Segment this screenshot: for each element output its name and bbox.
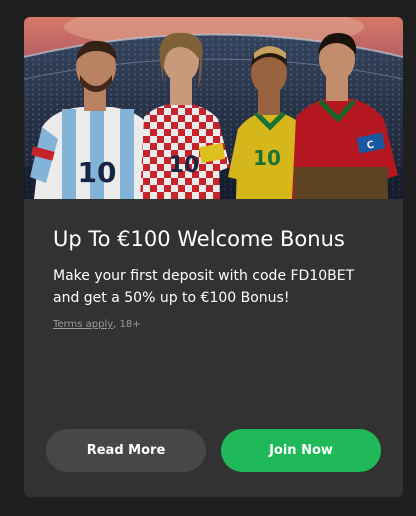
- promo-description: Make your first deposit with code FD10BE…: [53, 268, 355, 306]
- read-more-button[interactable]: Read More: [46, 429, 206, 472]
- promo-title: Up To €100 Welcome Bonus: [53, 227, 345, 251]
- hero-image: 10 10 10 C: [24, 17, 403, 199]
- join-now-button[interactable]: Join Now: [221, 429, 381, 472]
- promo-card: 10 10 10 C Up To €100 Welcome Bonus Make…: [24, 17, 403, 497]
- footballers-illustration: 10 10 10 C: [24, 17, 403, 199]
- terms-line: Terms apply, 18+: [53, 319, 141, 330]
- terms-link[interactable]: Terms apply: [53, 319, 113, 330]
- age-restriction: , 18+: [113, 319, 141, 330]
